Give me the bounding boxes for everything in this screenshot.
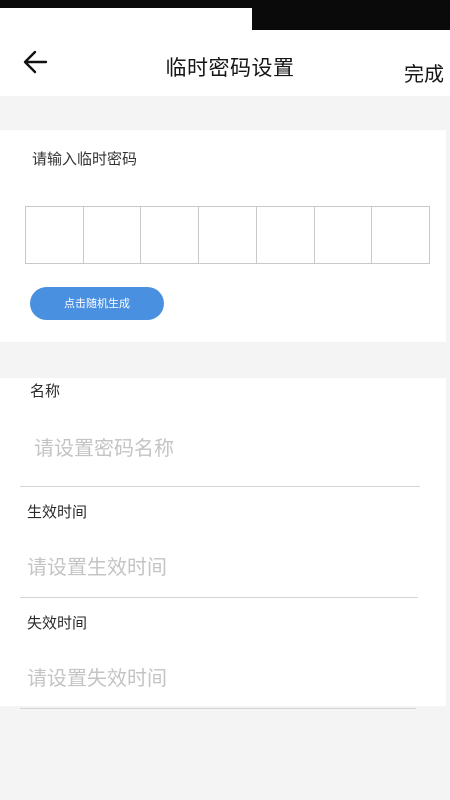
code-digit-box[interactable]	[372, 207, 429, 263]
code-prompt: 请输入临时密码	[32, 150, 138, 168]
effective-time-label: 生效时间	[27, 503, 88, 521]
nav-bar: 临时密码设置 完成	[0, 30, 450, 96]
effective-time-input[interactable]	[27, 551, 407, 583]
name-input[interactable]	[34, 432, 414, 464]
password-details-form: 名称 生效时间 失效时间	[0, 378, 446, 709]
code-input-group	[25, 206, 430, 264]
page-title: 临时密码设置	[165, 56, 295, 80]
name-divider	[20, 486, 420, 487]
code-digit-box[interactable]	[315, 207, 373, 263]
name-label: 名称	[30, 382, 61, 400]
status-bar	[0, 0, 450, 30]
code-digit-box[interactable]	[84, 207, 142, 263]
expiry-time-label: 失效时间	[27, 614, 88, 632]
done-button[interactable]: 完成	[404, 58, 444, 87]
effective-time-divider	[20, 597, 418, 598]
code-digit-box[interactable]	[26, 207, 84, 263]
code-digit-box[interactable]	[141, 207, 200, 263]
status-bar-corner	[252, 0, 450, 30]
expiry-time-input[interactable]	[27, 662, 407, 694]
code-digit-box[interactable]	[257, 207, 315, 263]
code-digit-box[interactable]	[199, 207, 257, 263]
temp-code-card: 请输入临时密码 点击随机生成	[0, 130, 446, 342]
random-generate-button[interactable]: 点击随机生成	[30, 287, 164, 320]
expiry-time-divider	[20, 708, 416, 709]
